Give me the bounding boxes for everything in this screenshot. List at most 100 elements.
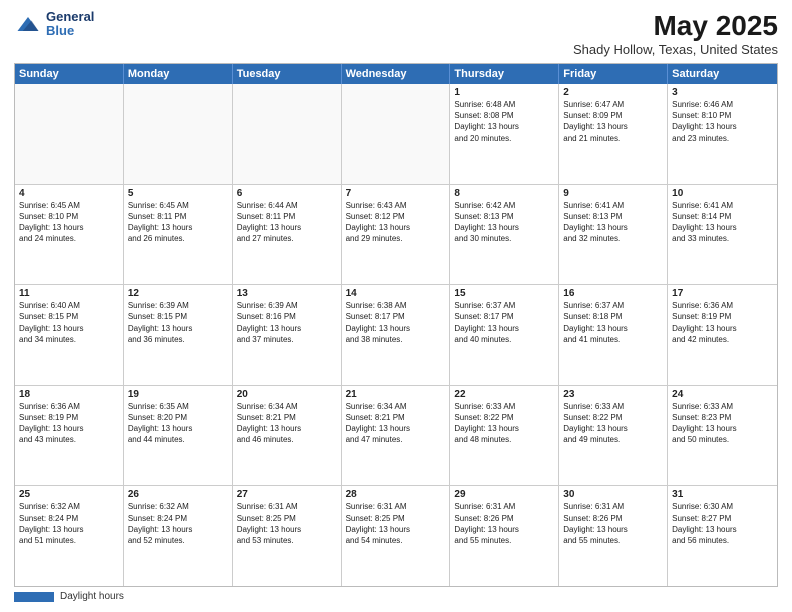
cell-info: Sunrise: 6:42 AM Sunset: 8:13 PM Dayligh… xyxy=(454,200,554,245)
month-title: May 2025 xyxy=(573,10,778,42)
calendar-cell-day-17: 17Sunrise: 6:36 AM Sunset: 8:19 PM Dayli… xyxy=(668,285,777,385)
title-block: May 2025 Shady Hollow, Texas, United Sta… xyxy=(573,10,778,57)
weekday-header-thursday: Thursday xyxy=(450,64,559,84)
location: Shady Hollow, Texas, United States xyxy=(573,42,778,57)
cell-info: Sunrise: 6:38 AM Sunset: 8:17 PM Dayligh… xyxy=(346,300,446,345)
weekday-header-sunday: Sunday xyxy=(15,64,124,84)
cell-info: Sunrise: 6:31 AM Sunset: 8:25 PM Dayligh… xyxy=(237,501,337,546)
cell-info: Sunrise: 6:37 AM Sunset: 8:18 PM Dayligh… xyxy=(563,300,663,345)
calendar-cell-day-11: 11Sunrise: 6:40 AM Sunset: 8:15 PM Dayli… xyxy=(15,285,124,385)
cell-info: Sunrise: 6:34 AM Sunset: 8:21 PM Dayligh… xyxy=(346,401,446,446)
cell-info: Sunrise: 6:32 AM Sunset: 8:24 PM Dayligh… xyxy=(19,501,119,546)
cell-info: Sunrise: 6:33 AM Sunset: 8:22 PM Dayligh… xyxy=(454,401,554,446)
calendar-row-4: 25Sunrise: 6:32 AM Sunset: 8:24 PM Dayli… xyxy=(15,486,777,586)
calendar-cell-day-22: 22Sunrise: 6:33 AM Sunset: 8:22 PM Dayli… xyxy=(450,386,559,486)
logo-general: General xyxy=(46,9,94,24)
calendar-cell-day-28: 28Sunrise: 6:31 AM Sunset: 8:25 PM Dayli… xyxy=(342,486,451,586)
day-number: 23 xyxy=(563,389,663,400)
day-number: 11 xyxy=(19,288,119,299)
cell-info: Sunrise: 6:32 AM Sunset: 8:24 PM Dayligh… xyxy=(128,501,228,546)
calendar-cell-day-29: 29Sunrise: 6:31 AM Sunset: 8:26 PM Dayli… xyxy=(450,486,559,586)
calendar-cell-day-8: 8Sunrise: 6:42 AM Sunset: 8:13 PM Daylig… xyxy=(450,185,559,285)
calendar-cell-day-4: 4Sunrise: 6:45 AM Sunset: 8:10 PM Daylig… xyxy=(15,185,124,285)
cell-info: Sunrise: 6:30 AM Sunset: 8:27 PM Dayligh… xyxy=(672,501,773,546)
day-number: 9 xyxy=(563,188,663,199)
cell-info: Sunrise: 6:46 AM Sunset: 8:10 PM Dayligh… xyxy=(672,99,773,144)
daylight-bar-icon xyxy=(14,592,54,602)
footer: Daylight hours xyxy=(14,591,778,602)
day-number: 10 xyxy=(672,188,773,199)
calendar-cell-day-7: 7Sunrise: 6:43 AM Sunset: 8:12 PM Daylig… xyxy=(342,185,451,285)
day-number: 24 xyxy=(672,389,773,400)
cell-info: Sunrise: 6:48 AM Sunset: 8:08 PM Dayligh… xyxy=(454,99,554,144)
cell-info: Sunrise: 6:39 AM Sunset: 8:15 PM Dayligh… xyxy=(128,300,228,345)
cell-info: Sunrise: 6:37 AM Sunset: 8:17 PM Dayligh… xyxy=(454,300,554,345)
calendar-cell-day-27: 27Sunrise: 6:31 AM Sunset: 8:25 PM Dayli… xyxy=(233,486,342,586)
calendar-cell-day-15: 15Sunrise: 6:37 AM Sunset: 8:17 PM Dayli… xyxy=(450,285,559,385)
calendar-cell-day-2: 2Sunrise: 6:47 AM Sunset: 8:09 PM Daylig… xyxy=(559,84,668,184)
calendar-cell-day-16: 16Sunrise: 6:37 AM Sunset: 8:18 PM Dayli… xyxy=(559,285,668,385)
calendar-cell-empty xyxy=(124,84,233,184)
day-number: 1 xyxy=(454,87,554,98)
calendar-row-0: 1Sunrise: 6:48 AM Sunset: 8:08 PM Daylig… xyxy=(15,84,777,185)
day-number: 6 xyxy=(237,188,337,199)
cell-info: Sunrise: 6:47 AM Sunset: 8:09 PM Dayligh… xyxy=(563,99,663,144)
calendar-cell-day-31: 31Sunrise: 6:30 AM Sunset: 8:27 PM Dayli… xyxy=(668,486,777,586)
calendar-cell-day-9: 9Sunrise: 6:41 AM Sunset: 8:13 PM Daylig… xyxy=(559,185,668,285)
calendar-cell-day-5: 5Sunrise: 6:45 AM Sunset: 8:11 PM Daylig… xyxy=(124,185,233,285)
cell-info: Sunrise: 6:41 AM Sunset: 8:14 PM Dayligh… xyxy=(672,200,773,245)
calendar-cell-day-18: 18Sunrise: 6:36 AM Sunset: 8:19 PM Dayli… xyxy=(15,386,124,486)
day-number: 27 xyxy=(237,489,337,500)
logo-icon xyxy=(14,10,42,38)
day-number: 17 xyxy=(672,288,773,299)
day-number: 15 xyxy=(454,288,554,299)
cell-info: Sunrise: 6:31 AM Sunset: 8:26 PM Dayligh… xyxy=(563,501,663,546)
day-number: 14 xyxy=(346,288,446,299)
calendar-cell-day-12: 12Sunrise: 6:39 AM Sunset: 8:15 PM Dayli… xyxy=(124,285,233,385)
day-number: 7 xyxy=(346,188,446,199)
calendar-cell-day-25: 25Sunrise: 6:32 AM Sunset: 8:24 PM Dayli… xyxy=(15,486,124,586)
calendar-cell-day-23: 23Sunrise: 6:33 AM Sunset: 8:22 PM Dayli… xyxy=(559,386,668,486)
calendar-cell-day-6: 6Sunrise: 6:44 AM Sunset: 8:11 PM Daylig… xyxy=(233,185,342,285)
calendar-cell-day-21: 21Sunrise: 6:34 AM Sunset: 8:21 PM Dayli… xyxy=(342,386,451,486)
calendar-cell-empty xyxy=(15,84,124,184)
calendar-cell-day-13: 13Sunrise: 6:39 AM Sunset: 8:16 PM Dayli… xyxy=(233,285,342,385)
weekday-header-monday: Monday xyxy=(124,64,233,84)
day-number: 19 xyxy=(128,389,228,400)
calendar-cell-day-10: 10Sunrise: 6:41 AM Sunset: 8:14 PM Dayli… xyxy=(668,185,777,285)
day-number: 18 xyxy=(19,389,119,400)
day-number: 16 xyxy=(563,288,663,299)
calendar-cell-day-19: 19Sunrise: 6:35 AM Sunset: 8:20 PM Dayli… xyxy=(124,386,233,486)
cell-info: Sunrise: 6:35 AM Sunset: 8:20 PM Dayligh… xyxy=(128,401,228,446)
day-number: 31 xyxy=(672,489,773,500)
cell-info: Sunrise: 6:43 AM Sunset: 8:12 PM Dayligh… xyxy=(346,200,446,245)
day-number: 5 xyxy=(128,188,228,199)
cell-info: Sunrise: 6:31 AM Sunset: 8:26 PM Dayligh… xyxy=(454,501,554,546)
cell-info: Sunrise: 6:45 AM Sunset: 8:11 PM Dayligh… xyxy=(128,200,228,245)
cell-info: Sunrise: 6:33 AM Sunset: 8:22 PM Dayligh… xyxy=(563,401,663,446)
cell-info: Sunrise: 6:33 AM Sunset: 8:23 PM Dayligh… xyxy=(672,401,773,446)
day-number: 3 xyxy=(672,87,773,98)
calendar-header: SundayMondayTuesdayWednesdayThursdayFrid… xyxy=(15,64,777,84)
logo: General Blue xyxy=(14,10,94,39)
day-number: 12 xyxy=(128,288,228,299)
day-number: 22 xyxy=(454,389,554,400)
calendar-cell-day-14: 14Sunrise: 6:38 AM Sunset: 8:17 PM Dayli… xyxy=(342,285,451,385)
day-number: 29 xyxy=(454,489,554,500)
calendar-cell-day-20: 20Sunrise: 6:34 AM Sunset: 8:21 PM Dayli… xyxy=(233,386,342,486)
day-number: 13 xyxy=(237,288,337,299)
calendar-row-1: 4Sunrise: 6:45 AM Sunset: 8:10 PM Daylig… xyxy=(15,185,777,286)
calendar-cell-day-3: 3Sunrise: 6:46 AM Sunset: 8:10 PM Daylig… xyxy=(668,84,777,184)
calendar-cell-day-26: 26Sunrise: 6:32 AM Sunset: 8:24 PM Dayli… xyxy=(124,486,233,586)
logo-blue: Blue xyxy=(46,23,74,38)
cell-info: Sunrise: 6:45 AM Sunset: 8:10 PM Dayligh… xyxy=(19,200,119,245)
cell-info: Sunrise: 6:36 AM Sunset: 8:19 PM Dayligh… xyxy=(672,300,773,345)
calendar-cell-empty xyxy=(342,84,451,184)
day-number: 20 xyxy=(237,389,337,400)
day-number: 2 xyxy=(563,87,663,98)
calendar-cell-day-1: 1Sunrise: 6:48 AM Sunset: 8:08 PM Daylig… xyxy=(450,84,559,184)
calendar: SundayMondayTuesdayWednesdayThursdayFrid… xyxy=(14,63,778,587)
cell-info: Sunrise: 6:34 AM Sunset: 8:21 PM Dayligh… xyxy=(237,401,337,446)
weekday-header-tuesday: Tuesday xyxy=(233,64,342,84)
footer-label: Daylight hours xyxy=(60,591,124,602)
